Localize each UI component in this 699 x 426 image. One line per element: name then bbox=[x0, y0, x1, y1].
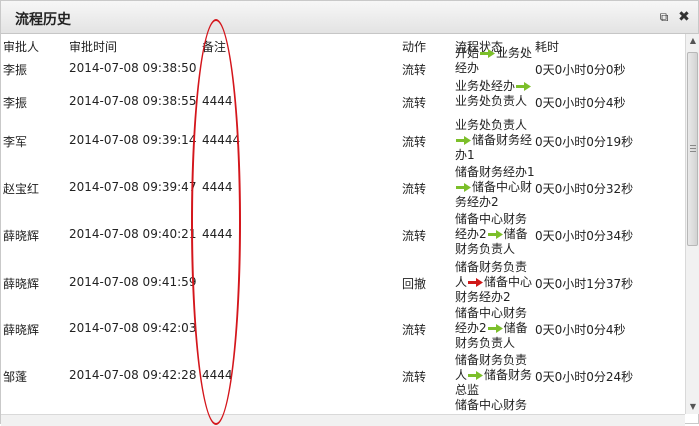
cell-action: 流转 bbox=[402, 182, 427, 196]
column-header-duration: 耗时 bbox=[535, 40, 560, 54]
cell-approver: 李振 bbox=[3, 96, 28, 110]
column-header-approver: 审批人 bbox=[3, 40, 40, 54]
vertical-scrollbar[interactable]: ▲ ▼ bbox=[685, 34, 699, 414]
status-from: 业务处负责人 bbox=[455, 118, 528, 132]
status-from: 储备财务经办1 bbox=[455, 165, 535, 179]
close-icon[interactable]: ✖ bbox=[677, 10, 691, 24]
popout-icon[interactable]: ⧉ bbox=[657, 10, 671, 24]
history-table: 审批人 审批时间 备注 动作 流程状态 耗时 李振 2014-07-08 09:3… bbox=[1, 34, 685, 414]
cell-duration: 0天0小时0分4秒 bbox=[535, 323, 626, 337]
green-arrow-icon bbox=[455, 133, 472, 147]
cell-remark: 4444 bbox=[202, 94, 233, 108]
cell-status: 储备财务负责人 储备中心财务经办2 bbox=[455, 260, 535, 305]
green-arrow-icon bbox=[515, 79, 532, 93]
cell-time: 2014-07-08 09:38:55 bbox=[69, 94, 197, 108]
cell-remark: 4444 bbox=[202, 227, 233, 241]
cell-status: 开始 业务处经办 bbox=[455, 46, 535, 76]
cell-action: 回撤 bbox=[402, 277, 427, 291]
cell-approver: 李军 bbox=[3, 135, 28, 149]
partial-row-status: 储备中心财务 bbox=[455, 398, 528, 412]
cell-status: 储备财务负责人 储备财务总监 bbox=[455, 353, 535, 398]
cell-action: 流转 bbox=[402, 229, 427, 243]
cell-action: 流转 bbox=[402, 135, 427, 149]
cell-duration: 0天0小时0分4秒 bbox=[535, 96, 626, 110]
cell-time: 2014-07-08 09:42:28 bbox=[69, 368, 197, 382]
green-arrow-icon bbox=[455, 180, 472, 194]
cell-time: 2014-07-08 09:40:21 bbox=[69, 227, 197, 241]
column-header-remark: 备注 bbox=[202, 40, 227, 54]
cell-status: 业务处经办业务处负责人 bbox=[455, 79, 535, 109]
cell-approver: 薛晓辉 bbox=[3, 229, 40, 243]
cell-time: 2014-07-08 09:39:47 bbox=[69, 180, 197, 194]
column-header-action: 动作 bbox=[402, 40, 427, 54]
cell-remark: 44444 bbox=[202, 133, 241, 147]
horizontal-scrollbar[interactable] bbox=[1, 414, 685, 426]
red-arrow-icon bbox=[467, 275, 484, 289]
green-arrow-icon bbox=[487, 227, 504, 241]
scroll-up-arrow-icon[interactable]: ▲ bbox=[686, 34, 699, 48]
green-arrow-icon bbox=[487, 321, 504, 335]
cell-duration: 0天0小时0分34秒 bbox=[535, 229, 634, 243]
status-to: 业务处负责人 bbox=[455, 94, 528, 108]
cell-remark: 4444 bbox=[202, 180, 233, 194]
cell-action: 流转 bbox=[402, 63, 427, 77]
title-bar: 流程历史 ⧉ ✖ bbox=[1, 1, 698, 34]
cell-duration: 0天0小时0分19秒 bbox=[535, 135, 634, 149]
cell-status: 储备中心财务经办2 储备财务负责人 bbox=[455, 212, 535, 257]
cell-approver: 邹蓬 bbox=[3, 370, 28, 384]
cell-remark: 4444 bbox=[202, 368, 233, 382]
scroll-down-arrow-icon[interactable]: ▼ bbox=[686, 400, 699, 414]
cell-time: 2014-07-08 09:39:14 bbox=[69, 133, 197, 147]
cell-time: 2014-07-08 09:41:59 bbox=[69, 275, 197, 289]
window-title: 流程历史 bbox=[15, 12, 71, 28]
status-from: 开始 bbox=[455, 46, 480, 60]
cell-approver: 薛晓辉 bbox=[3, 323, 40, 337]
status-from: 业务处经办 bbox=[455, 79, 516, 93]
cell-duration: 0天0小时1分37秒 bbox=[535, 277, 634, 291]
cell-action: 流转 bbox=[402, 323, 427, 337]
cell-duration: 0天0小时0分0秒 bbox=[535, 63, 626, 77]
cell-status: 业务处负责人储备财务经办1 bbox=[455, 118, 535, 163]
cell-duration: 0天0小时0分32秒 bbox=[535, 182, 634, 196]
cell-action: 流转 bbox=[402, 96, 427, 110]
cell-status: 储备中心财务经办2 储备财务负责人 bbox=[455, 306, 535, 351]
cell-time: 2014-07-08 09:38:50 bbox=[69, 61, 197, 75]
scrollbar-thumb[interactable] bbox=[687, 52, 698, 246]
cell-time: 2014-07-08 09:42:03 bbox=[69, 321, 197, 335]
green-arrow-icon bbox=[467, 368, 484, 382]
cell-duration: 0天0小时0分24秒 bbox=[535, 370, 634, 384]
cell-action: 流转 bbox=[402, 370, 427, 384]
cell-status: 储备财务经办1储备中心财务经办2 bbox=[455, 165, 535, 210]
cell-approver: 李振 bbox=[3, 63, 28, 77]
green-arrow-icon bbox=[479, 46, 496, 60]
column-header-time: 审批时间 bbox=[69, 40, 118, 54]
cell-approver: 薛晓辉 bbox=[3, 277, 40, 291]
cell-approver: 赵宝红 bbox=[3, 182, 40, 196]
flow-history-window: 流程历史 ⧉ ✖ 审批人 审批时间 备注 动作 流程状态 耗时 李振 2014-0… bbox=[0, 0, 699, 426]
